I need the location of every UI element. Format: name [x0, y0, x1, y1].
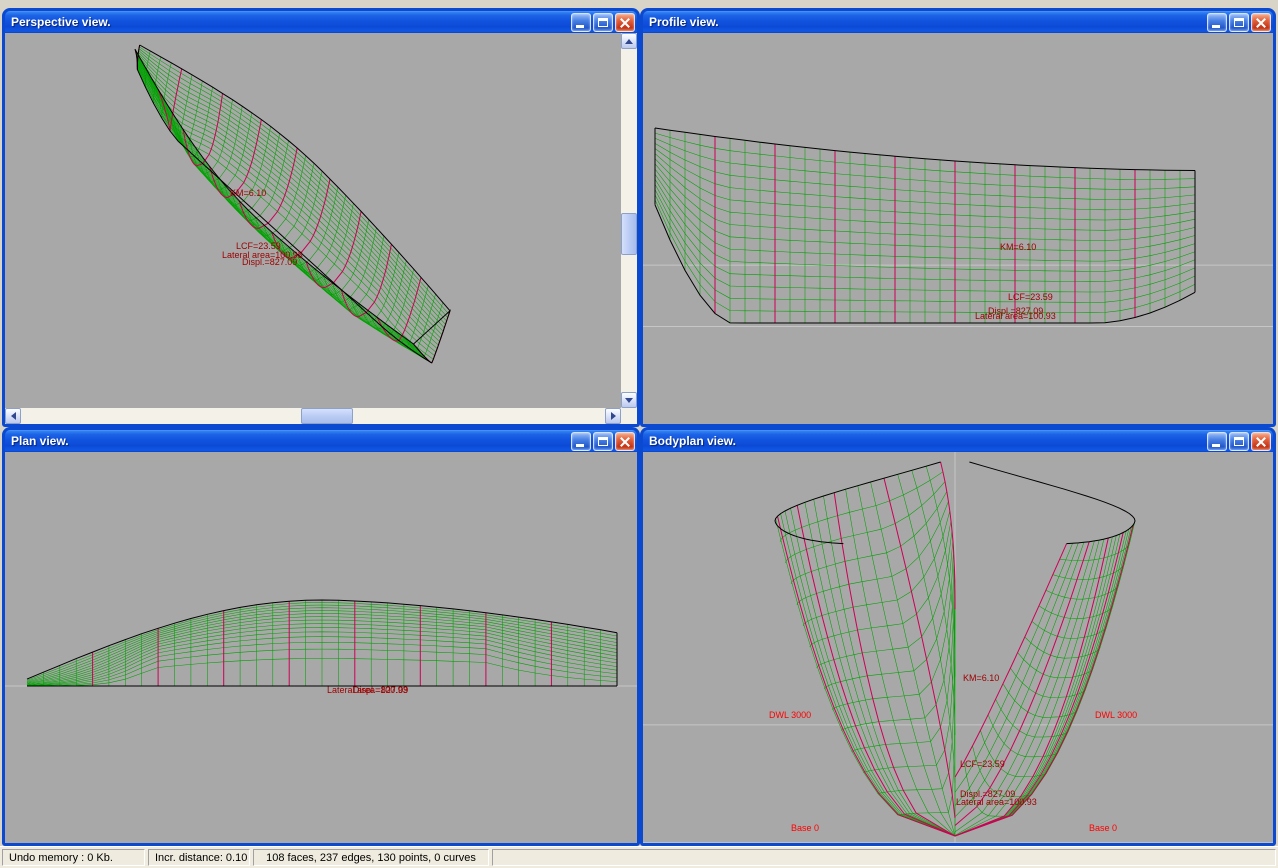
plan-viewport[interactable]: Lateral area=100.93 Displ.=827.09 — [5, 452, 637, 843]
status-incr-distance: Incr. distance: 0.10 — [148, 849, 250, 866]
status-undo-memory: Undo memory : 0 Kb. — [2, 849, 145, 866]
close-button[interactable] — [1251, 432, 1271, 451]
vertical-scroll-thumb[interactable] — [621, 213, 637, 255]
minimize-icon — [1212, 444, 1220, 447]
annotation-dwl-left: DWL 3000 — [769, 710, 811, 720]
arrow-up-icon — [625, 39, 633, 44]
annotation-km: KM=6.10 — [230, 188, 266, 198]
window-title: Perspective view. — [11, 15, 569, 29]
window-title: Plan view. — [11, 434, 569, 448]
annotation-lcf: LCF=23.59 — [960, 759, 1005, 769]
window-perspective-view: Perspective view. KM=6.10 LCF=23.59 Late… — [2, 8, 640, 427]
vertical-scrollbar[interactable] — [621, 33, 637, 408]
hull-wireframe-perspective — [5, 33, 621, 408]
scroll-left-button[interactable] — [5, 408, 21, 424]
arrow-left-icon — [11, 412, 16, 420]
minimize-button[interactable] — [1207, 13, 1227, 32]
annotation-base-right: Base 0 — [1089, 823, 1117, 833]
titlebar-bodyplan[interactable]: Bodyplan view. — [643, 430, 1273, 452]
scrollbar-corner — [621, 408, 637, 424]
window-plan-view: Plan view. Lateral area=100.93 Displ.=82… — [2, 427, 640, 846]
maximize-icon — [598, 437, 608, 446]
minimize-icon — [576, 25, 584, 28]
maximize-button[interactable] — [593, 432, 613, 451]
titlebar-perspective[interactable]: Perspective view. — [5, 11, 637, 33]
titlebar-plan[interactable]: Plan view. — [5, 430, 637, 452]
window-profile-view: Profile view. KM=6.10 LCF=23.59 Displ.=8… — [640, 8, 1276, 427]
minimize-button[interactable] — [1207, 432, 1227, 451]
window-bodyplan-view: Bodyplan view. KM=6.10 LCF=23.59 Displ.=… — [640, 427, 1276, 846]
annotation-lateral-area: Lateral area=100.93 — [956, 797, 1037, 807]
annotation-km: KM=6.10 — [963, 673, 999, 683]
maximize-icon — [1234, 437, 1244, 446]
scroll-right-button[interactable] — [605, 408, 621, 424]
close-icon — [616, 14, 634, 31]
profile-viewport[interactable]: KM=6.10 LCF=23.59 Displ.=827.09 Lateral … — [643, 33, 1273, 424]
hull-wireframe-profile — [643, 33, 1273, 424]
titlebar-profile[interactable]: Profile view. — [643, 11, 1273, 33]
annotation-lateral-area: Lateral area=100.93 — [975, 311, 1056, 321]
perspective-viewport[interactable]: KM=6.10 LCF=23.59 Lateral area=100.93 Di… — [5, 33, 621, 408]
horizontal-scroll-thumb[interactable] — [301, 408, 353, 424]
scroll-down-button[interactable] — [621, 392, 637, 408]
status-bar: Undo memory : 0 Kb. Incr. distance: 0.10… — [0, 846, 1278, 868]
maximize-icon — [598, 18, 608, 27]
annotation-displacement: Displ.=827.09 — [353, 685, 408, 695]
scroll-up-button[interactable] — [621, 33, 637, 49]
annotation-displacement: Displ.=827.09 — [242, 257, 297, 267]
bodyplan-viewport[interactable]: KM=6.10 LCF=23.59 Displ.=827.09 Lateral … — [643, 452, 1273, 843]
arrow-down-icon — [625, 398, 633, 403]
minimize-button[interactable] — [571, 432, 591, 451]
window-title: Profile view. — [649, 15, 1205, 29]
close-button[interactable] — [615, 13, 635, 32]
minimize-icon — [576, 444, 584, 447]
annotation-km: KM=6.10 — [1000, 242, 1036, 252]
arrow-right-icon — [611, 412, 616, 420]
hull-wireframe-plan — [5, 452, 637, 843]
status-empty-panel — [492, 849, 1276, 866]
minimize-icon — [1212, 25, 1220, 28]
annotation-lcf: LCF=23.59 — [1008, 292, 1053, 302]
hull-wireframe-bodyplan — [643, 452, 1273, 843]
maximize-button[interactable] — [1229, 432, 1249, 451]
close-icon — [1252, 433, 1270, 450]
maximize-button[interactable] — [1229, 13, 1249, 32]
annotation-dwl-right: DWL 3000 — [1095, 710, 1137, 720]
maximize-icon — [1234, 18, 1244, 27]
annotation-base-left: Base 0 — [791, 823, 819, 833]
close-icon — [1252, 14, 1270, 31]
close-button[interactable] — [615, 432, 635, 451]
close-icon — [616, 433, 634, 450]
close-button[interactable] — [1251, 13, 1271, 32]
window-title: Bodyplan view. — [649, 434, 1205, 448]
maximize-button[interactable] — [593, 13, 613, 32]
horizontal-scrollbar[interactable] — [5, 408, 621, 424]
status-model-stats: 108 faces, 237 edges, 130 points, 0 curv… — [253, 849, 489, 866]
minimize-button[interactable] — [571, 13, 591, 32]
